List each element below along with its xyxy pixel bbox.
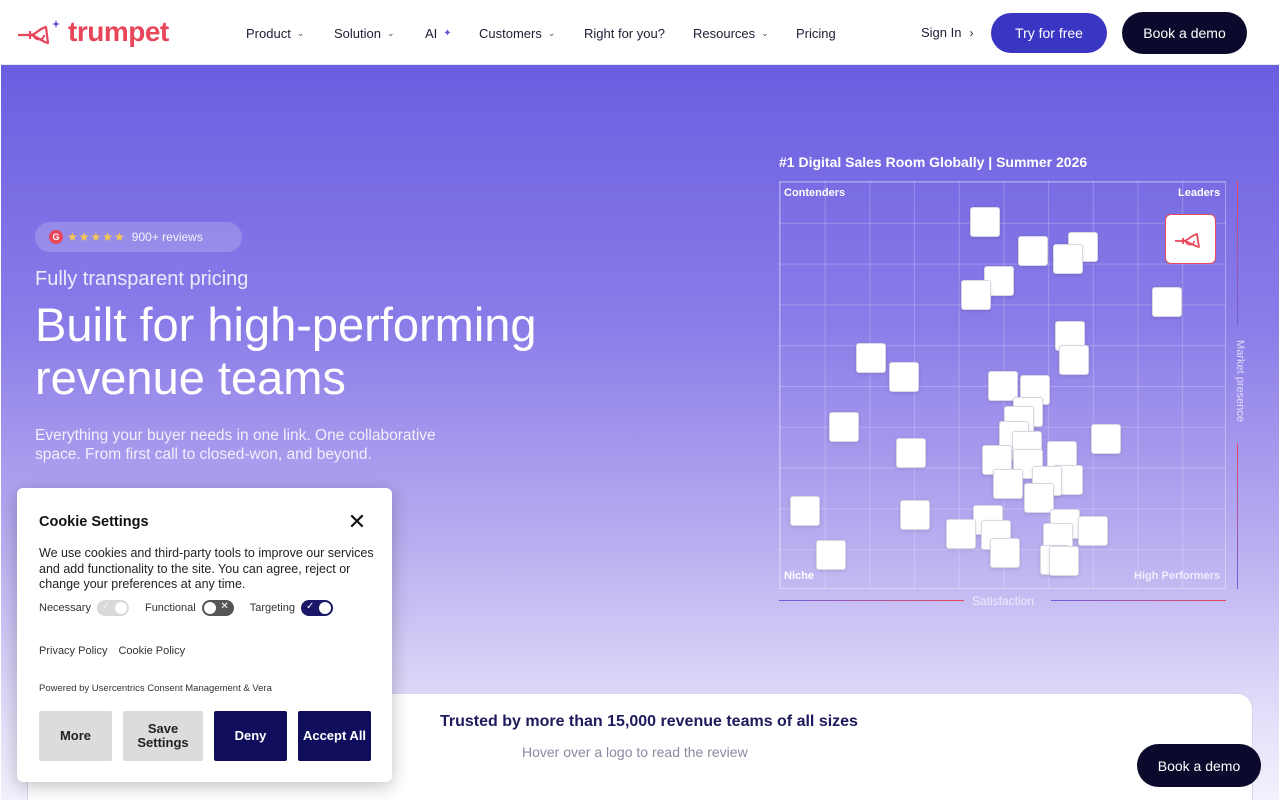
toggle-necessary: ✓ (96, 600, 129, 616)
cookie-powered-by: Powered by Usercentrics Consent Manageme… (39, 683, 272, 694)
cookie-toggles: Necessary ✓ Functional ✕ Targeting ✓ (39, 600, 349, 616)
nav-customers[interactable]: Customers ⌄ (479, 23, 584, 43)
y-axis-label: Market presence (1234, 340, 1246, 422)
star-rating: ★★★★★ (67, 230, 126, 244)
sign-in-link[interactable]: Sign In › (921, 25, 973, 40)
cookie-policy-link[interactable]: Cookie Policy (118, 645, 185, 657)
close-icon[interactable]: ✕ (346, 511, 368, 534)
cookie-accept-all-button[interactable]: Accept All (298, 711, 371, 761)
vendor-tile[interactable] (993, 469, 1023, 499)
vendor-tile[interactable] (961, 280, 991, 310)
reviews-badge[interactable]: G ★★★★★ 900+ reviews (35, 222, 242, 252)
cookie-settings-dialog: Cookie Settings ✕ We use cookies and thi… (17, 488, 392, 782)
quadrant-contenders: Contenders (784, 187, 846, 199)
site-header: trumpet Product ⌄ Solution ⌄ AI ✦ Custom… (0, 0, 1280, 65)
main-nav: Product ⌄ Solution ⌄ AI ✦ Customers ⌄ Ri… (246, 23, 836, 43)
vendor-tile[interactable] (896, 438, 926, 468)
nav-solution-label: Solution (334, 25, 381, 41)
nav-right-for-you[interactable]: Right for you? (584, 23, 693, 43)
cookie-deny-button[interactable]: Deny (214, 711, 287, 761)
nav-ai-label: AI (425, 25, 438, 41)
hero-eyebrow: Fully transparent pricing (35, 268, 249, 290)
nav-product[interactable]: Product ⌄ (246, 23, 334, 43)
quadrant-leaders: Leaders (1178, 187, 1221, 199)
nav-product-label: Product (246, 25, 291, 41)
vendor-tile[interactable] (889, 362, 919, 392)
nav-solution[interactable]: Solution ⌄ (334, 23, 425, 43)
reviews-count: 900+ reviews (131, 230, 203, 244)
privacy-policy-link[interactable]: Privacy Policy (39, 645, 107, 657)
toggle-targeting-label: Targeting (249, 602, 295, 614)
vendor-tile[interactable] (1049, 546, 1079, 576)
trumpet-icon (1174, 233, 1200, 248)
sign-in-label: Sign In (921, 25, 962, 40)
vendor-tile[interactable] (1059, 345, 1089, 375)
vendor-tile[interactable] (1091, 424, 1121, 454)
sparkle-icon: ✦ (443, 27, 452, 39)
cookie-more-button[interactable]: More (39, 711, 112, 761)
vendor-tile[interactable] (946, 519, 976, 549)
trusted-title: Trusted by more than 15,000 revenue team… (440, 713, 858, 730)
vendor-tile[interactable] (790, 496, 820, 526)
nav-ai[interactable]: AI ✦ (425, 23, 479, 43)
nav-pricing[interactable]: Pricing (796, 23, 836, 43)
chevron-down-icon: ⌄ (386, 27, 395, 38)
trumpet-vendor-tile[interactable] (1165, 214, 1216, 264)
chevron-down-icon: ⌄ (761, 27, 769, 38)
g2-icon: G (49, 230, 63, 244)
toggle-necessary-label: Necessary (39, 602, 91, 614)
quadrant-high-performers: High Performers (1134, 570, 1221, 582)
hero-headline: Built for high-performing revenue teams (35, 298, 537, 404)
brand-name: trumpet (68, 16, 169, 47)
cookie-description: We use cookies and third-party tools to … (39, 546, 374, 591)
cookie-title: Cookie Settings (39, 514, 149, 530)
chevron-right-icon: › (969, 25, 974, 40)
trumpet-icon (18, 20, 60, 45)
vendor-tile[interactable] (1018, 236, 1048, 266)
nav-pricing-label: Pricing (796, 25, 836, 41)
x-axis-label: Satisfaction (972, 594, 1035, 608)
vendor-tile[interactable] (1152, 287, 1182, 317)
nav-customers-label: Customers (479, 25, 542, 41)
chevron-down-icon: ⌄ (547, 27, 556, 38)
cookie-save-settings-button[interactable]: Save Settings (123, 711, 203, 761)
vendor-tile[interactable] (856, 343, 886, 373)
cookie-links: Privacy Policy Cookie Policy (39, 645, 185, 657)
trusted-subtitle: Hover over a logo to read the review (522, 744, 748, 760)
vendor-tile[interactable] (970, 207, 1000, 237)
book-demo-button[interactable]: Book a demo (1122, 12, 1247, 54)
cookie-buttons: More Save Settings Deny Accept All (39, 711, 371, 761)
hero-subtext: Everything your buyer needs in one link.… (35, 427, 436, 463)
floating-book-demo-button[interactable]: Book a demo (1137, 744, 1261, 787)
grid-title: #1 Digital Sales Room Globally | Summer … (779, 154, 1088, 170)
nav-right-for-you-label: Right for you? (584, 25, 665, 41)
vendor-tile[interactable] (1078, 516, 1108, 546)
nav-resources[interactable]: Resources ⌄ (693, 23, 796, 43)
vendor-tile[interactable] (1053, 244, 1083, 274)
toggle-functional[interactable]: ✕ (201, 600, 234, 616)
try-for-free-button[interactable]: Try for free (991, 13, 1107, 53)
quadrant-niche: Niche (784, 570, 814, 582)
vendor-tile[interactable] (1024, 483, 1054, 513)
vendor-tile[interactable] (829, 412, 859, 442)
vendor-tile[interactable] (990, 538, 1020, 568)
trumpet-logo[interactable]: trumpet (16, 18, 169, 46)
toggle-functional-label: Functional (144, 602, 196, 614)
toggle-targeting[interactable]: ✓ (301, 600, 333, 616)
nav-resources-label: Resources (693, 25, 756, 41)
chevron-down-icon: ⌄ (296, 27, 305, 38)
vendor-tile[interactable] (900, 500, 930, 530)
vendor-tile[interactable] (816, 540, 846, 570)
